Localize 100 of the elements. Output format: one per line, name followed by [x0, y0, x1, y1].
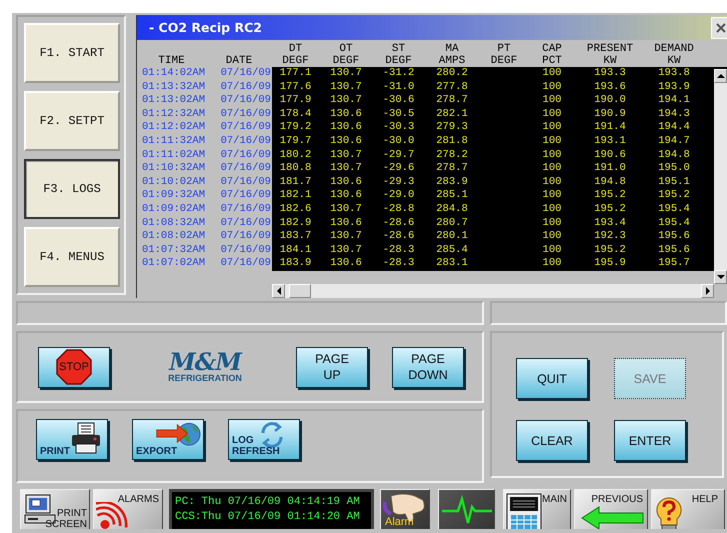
left-arrow-icon [581, 506, 645, 529]
value-cell: 100 [542, 108, 562, 120]
value-cell: 179.2 [280, 121, 312, 134]
vertical-scrollbar[interactable] [714, 69, 727, 284]
value-cell: 130.6 [330, 176, 362, 188]
page-button[interactable]: PAGE DOWN [392, 346, 464, 388]
value-cell: 195.4 [658, 202, 690, 215]
value-cell: 100 [542, 67, 562, 79]
heartbeat-button[interactable] [438, 489, 495, 529]
time-cell: 01:12:02AM [142, 121, 205, 134]
value-cell: 193.8 [658, 67, 690, 79]
value-cell: 195.9 [594, 257, 626, 270]
value-cell: 179.7 [280, 134, 312, 147]
left-arrow-icon [276, 287, 282, 295]
value-cell: 190.9 [594, 108, 626, 120]
time-cell: 01:11:02AM [142, 148, 205, 161]
horizontal-scrollbar[interactable] [272, 284, 714, 298]
function-key-button[interactable]: F4. MENUS [24, 227, 120, 287]
print-button[interactable]: PRINT [36, 419, 108, 460]
value-cell: 195.6 [658, 230, 690, 242]
time-cell: 01:13:32AM [142, 80, 205, 93]
value-cell: 193.1 [594, 134, 626, 147]
column-header: DEMAND KW [653, 43, 695, 67]
heartbeat-icon [442, 495, 492, 525]
scroll-thumb[interactable] [289, 284, 311, 298]
action-button[interactable]: ENTER [614, 420, 686, 461]
value-cell: 130.7 [330, 94, 362, 106]
time-cell: 01:10:02AM [142, 176, 205, 188]
value-cell: 100 [542, 189, 562, 202]
value-cell: 180.2 [280, 148, 312, 161]
value-cell: 100 [542, 94, 562, 106]
value-cell: 194.8 [658, 148, 690, 161]
value-cell: -30.5 [382, 108, 414, 120]
main-button[interactable]: MAIN [503, 489, 571, 529]
print-screen-button[interactable]: PRINT SCREEN [20, 489, 90, 529]
value-cell: 284.8 [436, 202, 468, 215]
value-cell: 100 [542, 216, 562, 229]
value-cell: -31.2 [382, 67, 414, 79]
value-cell: 130.6 [330, 108, 362, 120]
value-cell: -30.6 [382, 94, 414, 106]
function-key-button[interactable]: F2. SETPT [24, 91, 120, 151]
value-cell: 130.6 [330, 189, 362, 202]
value-cell: 183.9 [280, 257, 312, 270]
export-button[interactable]: EXPORT [132, 419, 204, 460]
value-cell: 100 [542, 162, 562, 174]
column-header: DATE [224, 55, 254, 67]
value-cell: 277.8 [436, 80, 468, 93]
stop-button[interactable]: STOP [38, 346, 110, 388]
time-cell: 01:08:02AM [142, 230, 205, 242]
refresh-button[interactable]: LOG REFRESH [228, 419, 300, 460]
value-cell: 130.7 [330, 244, 362, 256]
date-cell: 07/16/09 [220, 257, 271, 270]
value-cell: 190.6 [594, 148, 626, 161]
right-arrow-icon [704, 287, 710, 295]
value-cell: 194.7 [658, 134, 690, 147]
time-cell: 01:11:32AM [142, 134, 205, 147]
function-key-button[interactable]: F1. START [24, 23, 120, 83]
value-cell: 178.4 [280, 108, 312, 120]
close-icon [716, 22, 726, 32]
help-button[interactable]: HELP [651, 489, 725, 529]
close-button[interactable] [711, 16, 727, 38]
action-button[interactable]: QUIT [516, 358, 588, 399]
value-cell: 195.2 [594, 244, 626, 256]
time-cell: 01:10:32AM [142, 162, 205, 174]
date-cell: 07/16/09 [220, 94, 271, 106]
value-cell: 183.7 [280, 230, 312, 242]
column-header: DT DEGF [281, 43, 310, 67]
value-cell: -28.3 [382, 244, 414, 256]
value-cell: 282.1 [436, 108, 468, 120]
value-cell: 195.2 [658, 189, 690, 202]
time-cell: 01:08:32AM [142, 216, 205, 229]
alarm-button[interactable]: Alarm [380, 489, 430, 529]
value-cell: 130.6 [330, 121, 362, 134]
value-cell: 100 [542, 176, 562, 188]
column-header: TIME [157, 55, 186, 67]
control-panel-icon [506, 493, 542, 529]
column-header: MA AMPS [438, 43, 466, 67]
value-cell: 100 [542, 148, 562, 161]
value-cell: 194.4 [658, 121, 690, 134]
value-cell: -28.8 [382, 202, 414, 215]
alarms-button[interactable]: ALARMS [93, 489, 163, 529]
down-arrow-icon [716, 274, 724, 280]
value-cell: 195.1 [658, 176, 690, 188]
value-cell: -29.3 [382, 176, 414, 188]
date-cell: 07/16/09 [220, 67, 271, 79]
value-cell: 130.7 [330, 80, 362, 93]
date-cell: 07/16/09 [220, 148, 271, 161]
previous-button[interactable]: PREVIOUS [574, 489, 648, 529]
value-cell: -29.0 [382, 189, 414, 202]
value-cell: 278.7 [436, 162, 468, 174]
date-cell: 07/16/09 [220, 134, 271, 147]
action-button[interactable]: CLEAR [516, 420, 588, 461]
value-cell: 130.6 [330, 134, 362, 147]
page-button[interactable]: PAGE UP [296, 346, 368, 388]
value-cell: 279.3 [436, 121, 468, 134]
value-cell: 182.9 [280, 216, 312, 229]
value-cell: -31.0 [382, 80, 414, 93]
value-cell: 180.8 [280, 162, 312, 174]
time-cell: 01:07:32AM [142, 244, 205, 256]
function-key-button[interactable]: F3. LOGS [24, 159, 120, 219]
